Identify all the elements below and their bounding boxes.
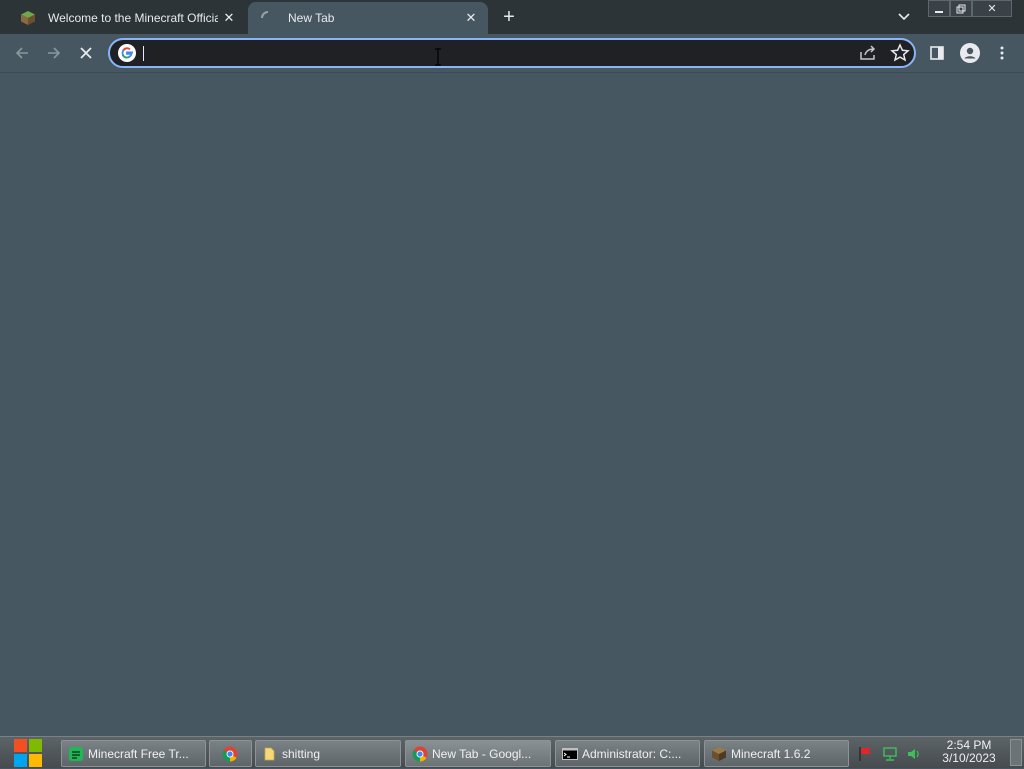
windows-logo-icon[interactable] bbox=[8, 737, 48, 769]
stop-loading-icon[interactable] bbox=[73, 40, 99, 66]
taskbar-item-label: Minecraft Free Tr... bbox=[88, 746, 189, 761]
taskbar-item-folder[interactable]: shitting bbox=[255, 740, 401, 767]
folder-icon bbox=[264, 747, 275, 760]
taskbar-item-label: Minecraft 1.6.2 bbox=[731, 746, 811, 761]
star-icon[interactable] bbox=[890, 43, 910, 63]
back-arrow-icon[interactable] bbox=[9, 40, 35, 66]
taskbar-item-new-tab-chrome[interactable]: New Tab - Googl... bbox=[405, 740, 551, 767]
chrome-icon bbox=[222, 746, 238, 761]
volume-icon[interactable] bbox=[906, 746, 922, 762]
profile-icon[interactable] bbox=[957, 40, 983, 66]
window-controls: ✕ bbox=[928, 0, 1012, 18]
share-icon[interactable] bbox=[858, 44, 878, 62]
tab-new-tab[interactable]: New Tab ✕ bbox=[248, 2, 488, 34]
google-g-icon bbox=[118, 44, 136, 62]
tab-title: Welcome to the Minecraft Official bbox=[48, 11, 218, 25]
app-green-icon bbox=[69, 746, 83, 761]
close-icon[interactable]: ✕ bbox=[460, 7, 482, 29]
network-icon[interactable] bbox=[882, 746, 898, 762]
clock[interactable]: 2:54 PM 3/10/2023 bbox=[930, 739, 1008, 765]
chevron-down-icon[interactable] bbox=[894, 8, 914, 26]
menu-kebab-icon[interactable] bbox=[989, 40, 1015, 66]
tab-title: New Tab bbox=[288, 11, 335, 25]
minimize-icon[interactable] bbox=[928, 0, 950, 17]
page-content[interactable] bbox=[0, 73, 1024, 736]
cmd-icon bbox=[562, 747, 578, 760]
omnibox-input[interactable] bbox=[142, 43, 842, 63]
side-panel-icon[interactable] bbox=[924, 40, 950, 66]
forward-arrow-icon[interactable] bbox=[41, 40, 67, 66]
chrome-icon bbox=[412, 746, 428, 761]
text-caret bbox=[143, 46, 144, 61]
taskbar-item-administrator-cmd[interactable]: Administrator: C:... bbox=[555, 740, 700, 767]
flag-icon[interactable] bbox=[858, 746, 874, 762]
minecraft-icon bbox=[712, 746, 726, 761]
loading-spinner-icon bbox=[261, 11, 269, 19]
restore-icon[interactable] bbox=[950, 0, 972, 17]
browser-titlebar: Welcome to the Minecraft Official ✕ New … bbox=[0, 0, 1024, 34]
minecraft-grass-block-icon bbox=[21, 11, 35, 25]
taskbar-item-label: New Tab - Googl... bbox=[432, 746, 532, 761]
ibeam-cursor-icon bbox=[435, 48, 441, 66]
taskbar-item-label: shitting bbox=[282, 746, 321, 761]
plus-icon[interactable]: + bbox=[498, 6, 520, 28]
close-icon[interactable]: ✕ bbox=[972, 0, 1012, 17]
show-desktop-button[interactable] bbox=[1010, 739, 1022, 766]
taskbar: Minecraft Free Tr... shitting New Tab - … bbox=[0, 736, 1024, 768]
address-bar[interactable] bbox=[108, 38, 916, 68]
taskbar-item-minecraft-free-trial[interactable]: Minecraft Free Tr... bbox=[61, 740, 206, 767]
taskbar-item-minecraft-162[interactable]: Minecraft 1.6.2 bbox=[704, 740, 849, 767]
taskbar-item-label: Administrator: C:... bbox=[582, 746, 682, 761]
close-icon[interactable]: ✕ bbox=[218, 7, 240, 29]
taskbar-item-chrome[interactable] bbox=[209, 740, 252, 767]
tab-minecraft-official[interactable]: Welcome to the Minecraft Official ✕ bbox=[8, 2, 246, 34]
clock-date: 3/10/2023 bbox=[942, 751, 996, 765]
